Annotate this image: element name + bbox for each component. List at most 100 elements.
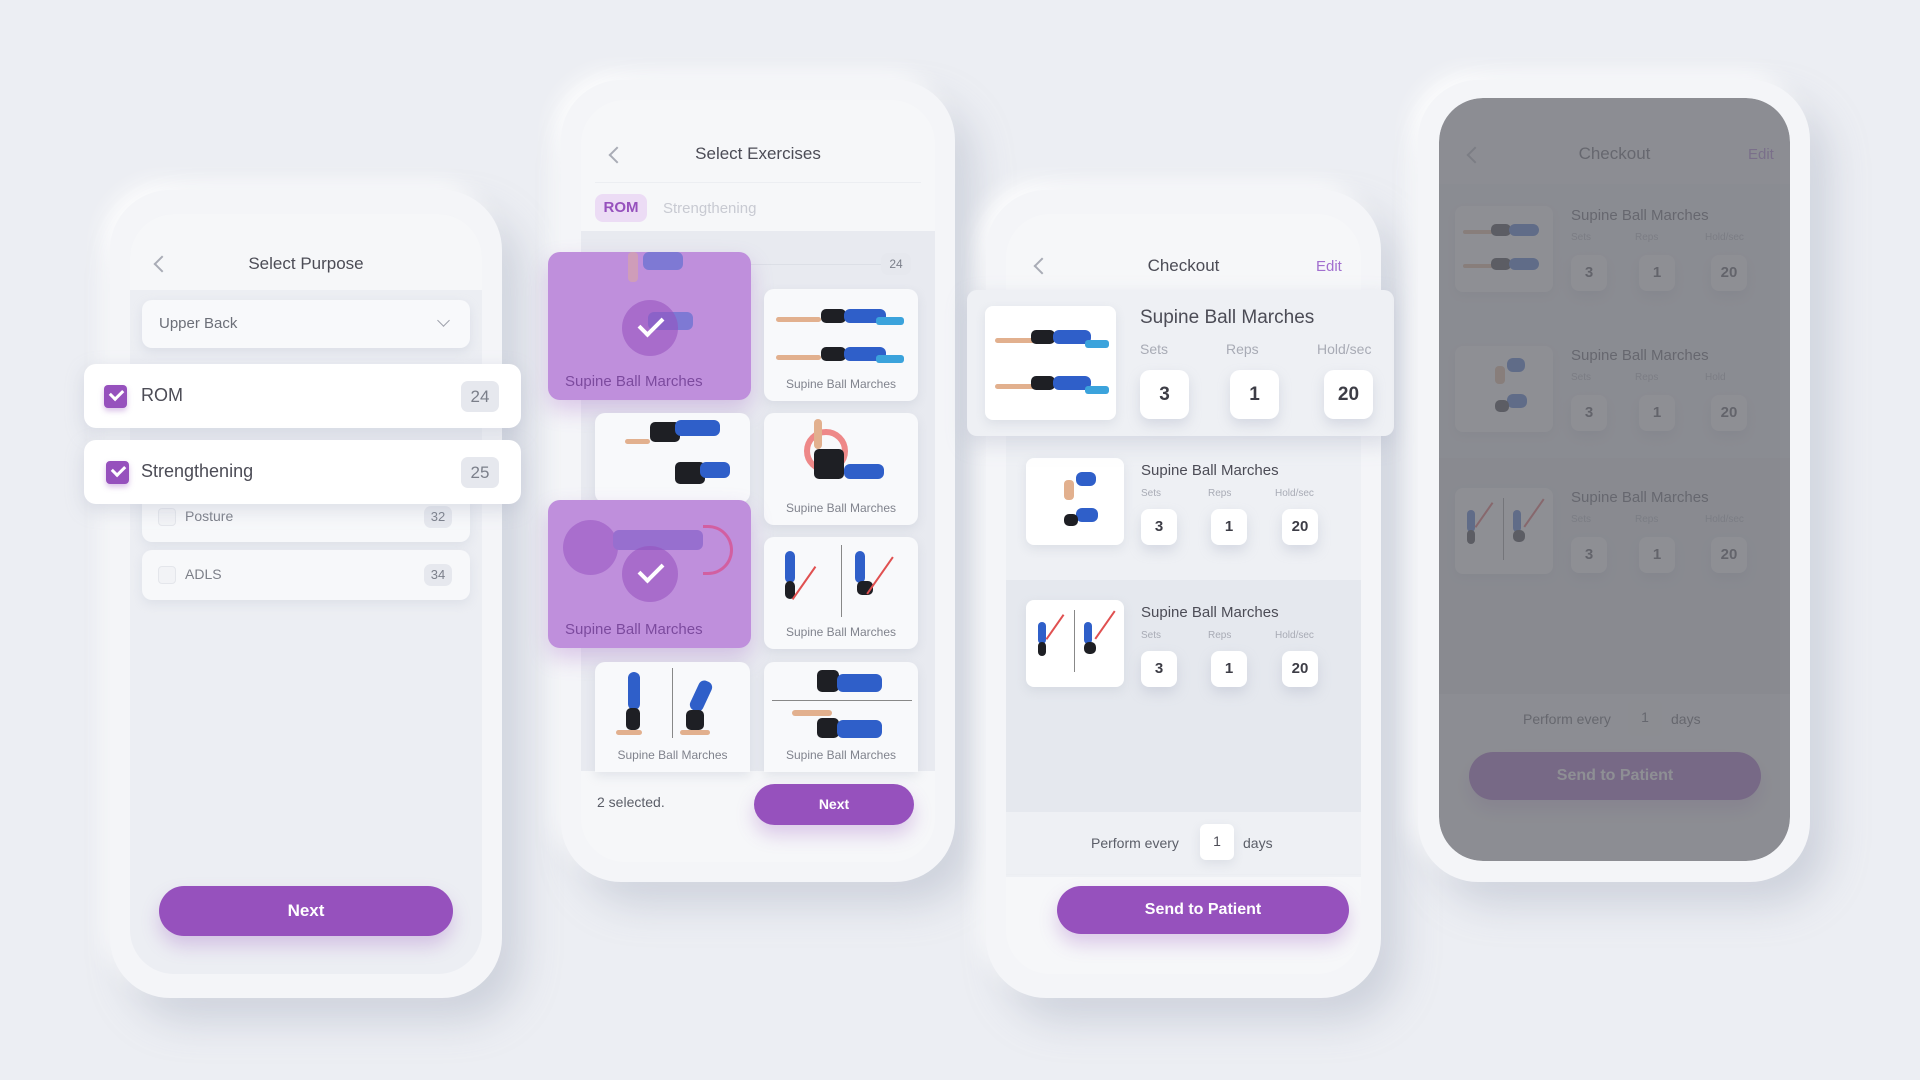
exercise-illustration [779, 543, 904, 621]
sets-input[interactable]: 3 [1141, 509, 1177, 545]
exercise-label: Supine Ball Marches [785, 748, 897, 762]
exercise-name: Supine Ball Marches [1141, 604, 1279, 621]
sets-input[interactable]: 3 [1571, 537, 1607, 573]
next-button[interactable]: Next [754, 784, 914, 825]
screen-checkout-confirm: Checkout Edit Supine Ball Marches Sets R… [1439, 98, 1790, 861]
reps-input[interactable]: 1 [1211, 509, 1247, 545]
sets-label: Sets [1140, 341, 1169, 357]
exercise-illustration [794, 419, 904, 494]
hold-input[interactable]: 20 [1324, 370, 1373, 419]
check-icon [622, 300, 678, 356]
adls-checkbox[interactable] [158, 566, 176, 584]
reps-label: Reps [1208, 630, 1232, 641]
strengthening-checkbox[interactable] [106, 461, 129, 484]
perform-every-input[interactable]: 1 [1628, 700, 1662, 736]
exercise-tile[interactable]: Supine Ball Marches [764, 289, 918, 401]
dropdown-value: Upper Back [159, 315, 238, 332]
exercise-thumbnail [985, 306, 1116, 420]
page-title: Select Exercises [695, 144, 821, 163]
reps-label: Reps [1635, 372, 1659, 383]
exercise-label: Supine Ball Marches [565, 373, 703, 390]
exercise-thumbnail [1026, 600, 1124, 687]
exercise-thumbnail [1455, 206, 1553, 292]
page-title: Select Purpose [248, 254, 364, 273]
rom-checkbox[interactable] [104, 385, 127, 408]
exercise-name: Supine Ball Marches [1571, 347, 1709, 364]
purpose-count: 32 [424, 506, 452, 528]
send-to-patient-button[interactable]: Send to Patient [1057, 886, 1349, 934]
purpose-label: ADLS [185, 566, 222, 582]
exercise-label: Supine Ball Marches [785, 501, 897, 515]
header-divider [595, 182, 921, 183]
hold-input[interactable]: 20 [1711, 395, 1747, 431]
purpose-item-adls[interactable]: ADLS 34 [142, 550, 470, 600]
page-title: Checkout [1578, 144, 1651, 163]
exercise-name: Supine Ball Marches [1571, 207, 1709, 224]
check-icon [622, 546, 678, 602]
exercise-illustration [625, 417, 735, 497]
hold-input[interactable]: 20 [1711, 255, 1747, 291]
exercise-illustration [610, 666, 735, 744]
selected-count-text: 2 selected. [597, 794, 665, 810]
send-to-patient-button[interactable]: Send to Patient [1469, 752, 1761, 800]
reps-label: Reps [1635, 232, 1659, 243]
checkout-item-highlighted[interactable]: Supine Ball Marches Sets Reps Hold/sec 3… [967, 290, 1394, 436]
edit-link[interactable]: Edit [1748, 146, 1774, 163]
sets-input[interactable]: 3 [1140, 370, 1189, 419]
exercise-tile[interactable]: Supine Ball Marches [548, 500, 751, 648]
hold-label: Hold/sec [1705, 514, 1744, 525]
edit-link[interactable]: Edit [1316, 258, 1342, 275]
exercise-count: 24 [881, 253, 911, 275]
exercise-name: Supine Ball Marches [1571, 489, 1709, 506]
exercise-tile[interactable]: Supine Ball Marches [764, 662, 918, 772]
sets-label: Sets [1571, 372, 1592, 383]
exercise-tile[interactable]: Supine Ball Marches [764, 413, 918, 525]
exercise-illustration [772, 666, 912, 746]
posture-checkbox[interactable] [158, 508, 176, 526]
sets-input[interactable]: 3 [1571, 255, 1607, 291]
exercise-tile[interactable]: Supine Ball Marches [548, 252, 751, 400]
sets-label: Sets [1141, 630, 1162, 641]
hold-label: Hold/sec [1275, 488, 1314, 499]
tab-rom[interactable]: ROM [595, 194, 647, 222]
reps-input[interactable]: 1 [1230, 370, 1279, 419]
exercise-thumbnail [1455, 488, 1553, 574]
tab-strengthening[interactable]: Strengthening [663, 200, 756, 217]
purpose-count: 25 [461, 457, 499, 488]
purpose-item-strengthening[interactable]: Strengthening 25 [84, 440, 521, 504]
purpose-count: 24 [461, 381, 499, 412]
perform-every-input[interactable]: 1 [1200, 824, 1234, 860]
exercise-tile[interactable]: Supine Ball Marches [595, 662, 750, 772]
exercise-tile[interactable]: Supine Ball Marches [764, 537, 918, 649]
page-title: Checkout [1147, 256, 1220, 275]
sets-label: Sets [1571, 232, 1592, 243]
exercise-label: Supine Ball Marches [785, 625, 897, 639]
exercise-thumbnail [1455, 346, 1553, 432]
reps-input[interactable]: 1 [1639, 395, 1675, 431]
hold-label: Hold [1705, 372, 1726, 383]
reps-label: Reps [1226, 341, 1259, 357]
exercise-name: Supine Ball Marches [1141, 462, 1279, 479]
purpose-label: Strengthening [141, 461, 254, 481]
reps-label: Reps [1208, 488, 1232, 499]
hold-input[interactable]: 20 [1282, 651, 1318, 687]
hold-input[interactable]: 20 [1282, 509, 1318, 545]
exercise-label: Supine Ball Marches [785, 377, 897, 391]
exercise-tile[interactable] [595, 413, 750, 503]
footer-divider [1006, 874, 1361, 875]
days-label: days [1243, 835, 1273, 851]
body-region-dropdown[interactable]: Upper Back [142, 300, 470, 348]
chevron-down-icon [437, 314, 450, 327]
next-button[interactable]: Next [159, 886, 453, 936]
hold-label: Hold/sec [1705, 232, 1744, 243]
purpose-item-rom[interactable]: ROM 24 [84, 364, 521, 428]
sets-input[interactable]: 3 [1141, 651, 1177, 687]
reps-input[interactable]: 1 [1211, 651, 1247, 687]
exercise-label: Supine Ball Marches [617, 748, 728, 762]
days-label: days [1671, 711, 1701, 727]
sets-input[interactable]: 3 [1571, 395, 1607, 431]
hold-input[interactable]: 20 [1711, 537, 1747, 573]
reps-input[interactable]: 1 [1639, 255, 1675, 291]
reps-input[interactable]: 1 [1639, 537, 1675, 573]
hold-label: Hold/sec [1317, 341, 1372, 357]
